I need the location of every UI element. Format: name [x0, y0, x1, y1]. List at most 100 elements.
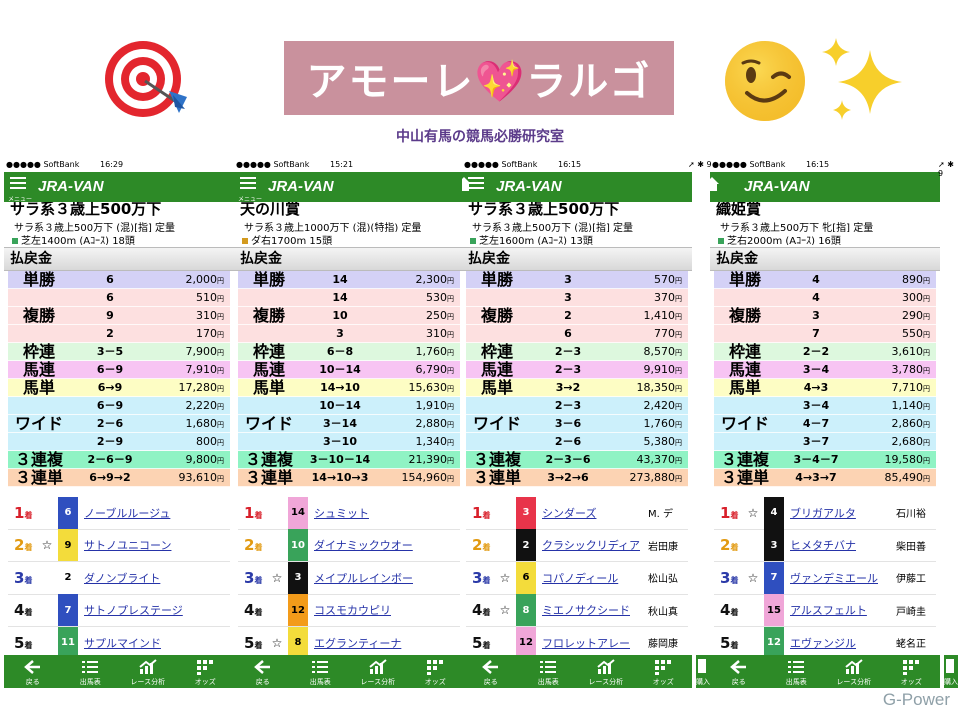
jockey-name: 秋山真	[648, 606, 678, 618]
payout-combo: 14→10→3	[311, 471, 369, 484]
finish-rank: 4着	[14, 601, 33, 620]
result-row[interactable]: 1着 ☆ 4 ブリガアルタ 石川裕	[714, 496, 936, 530]
tab-purchase-partial[interactable]: 購入	[696, 655, 710, 688]
odds-icon	[654, 659, 672, 675]
tab-race-analysis[interactable]: レース分析	[119, 655, 177, 688]
result-row[interactable]: 2着 3 ヒメタチバナ 柴田善	[714, 529, 936, 562]
horse-name-link[interactable]: ブリガアルタ	[784, 505, 896, 521]
horse-name-link[interactable]: メイプルレインボー	[308, 570, 420, 586]
horse-name-link[interactable]: サトノユニコーン	[78, 537, 190, 553]
odds-icon	[426, 659, 444, 675]
tab-entries[interactable]: 出馬表	[292, 655, 350, 688]
tab-entries[interactable]: 出馬表	[520, 655, 578, 688]
home-icon[interactable]	[710, 176, 720, 194]
horse-name-link[interactable]: ミエノサクシード	[536, 602, 648, 618]
horse-name-link[interactable]: ヒメタチバナ	[784, 537, 896, 553]
tab-odds[interactable]: オッズ	[407, 655, 465, 688]
menu-icon[interactable]	[468, 177, 484, 192]
race-result-screen: ●●●●● SoftBank 16:15 JRA-VAN 織姫賞 サラ系３歳上500万下…	[710, 158, 940, 688]
payout-group: ３連単 6→9→2 93,610円	[8, 469, 230, 487]
result-row[interactable]: 4着 7 サトノプレステージ	[8, 594, 230, 627]
tab-entries[interactable]: 出馬表	[62, 655, 120, 688]
horse-name-link[interactable]: エヴァンジル	[784, 635, 896, 651]
race-result-screen: ●●●●● SoftBank 16:29 メニュー JRA-VAN サラ系３歳上500万…	[4, 158, 234, 688]
result-row[interactable]: 4着 ☆ 8 ミエノサクシード 秋山真	[466, 594, 688, 627]
horse-name-link[interactable]: コスモカウピリ	[308, 602, 420, 618]
race-analysis-icon	[139, 659, 157, 675]
tab-back[interactable]: 戻る	[462, 655, 520, 688]
status-icons: ➚ ✱ 9	[688, 160, 712, 169]
payout-amount: 550円	[902, 327, 930, 340]
tab-odds[interactable]: オッズ	[883, 655, 941, 688]
result-row[interactable]: 1着 6 ノーブルルージュ	[8, 496, 230, 530]
payout-combo: 3	[812, 309, 820, 322]
payout-group: 単勝 14 2,300円	[238, 271, 460, 289]
horse-name-link[interactable]: シュミット	[308, 505, 420, 521]
tab-back[interactable]: 戻る	[4, 655, 62, 688]
payout-combo: 2－9	[96, 435, 124, 448]
payout-combo: 4－7	[802, 417, 830, 430]
horse-name-link[interactable]: シンダーズ	[536, 505, 648, 521]
payout-type: 複勝	[480, 306, 513, 325]
horse-name-link[interactable]: アルスフェルト	[784, 602, 896, 618]
horse-name-link[interactable]: ヴァンデミエール	[784, 570, 896, 586]
race-name: サラ系３歳上500万下	[10, 202, 162, 218]
purchase-label: 購入	[696, 678, 710, 686]
result-row[interactable]: 2着 10 ダイナミックウオー	[238, 529, 460, 562]
payout-amount: 1,410円	[643, 309, 683, 322]
payout-amount: 3,780円	[891, 363, 931, 376]
jra-van-logo: JRA-VAN	[744, 178, 810, 195]
payout-type: 単勝	[480, 270, 513, 289]
result-row[interactable]: 3着 ☆ 6 コパノディール 松山弘	[466, 561, 688, 595]
tab-race-analysis[interactable]: レース分析	[825, 655, 883, 688]
horse-name-link[interactable]: フロレットアレー	[536, 635, 648, 651]
race-analysis-icon	[597, 659, 615, 675]
bottom-tab-bar: 戻る 出馬表 レース分析 オッズ	[4, 655, 234, 688]
tab-entries[interactable]: 出馬表	[768, 655, 826, 688]
result-row[interactable]: 4着 15 アルスフェルト 戸崎圭	[714, 594, 936, 627]
tab-label: 戻る	[255, 678, 270, 686]
payout-group: 単勝 3 570円	[466, 271, 688, 289]
horse-name-link[interactable]: エグランティーナ	[308, 635, 420, 651]
menu-icon[interactable]	[240, 177, 256, 192]
payout-amount: 2,220円	[185, 399, 225, 412]
target-icon	[100, 38, 192, 120]
payout-combo: 6－9	[96, 363, 124, 376]
result-row[interactable]: 3着 ☆ 7 ヴァンデミエール 伊藤工	[714, 561, 936, 595]
result-row[interactable]: 2着 2 クラシックリディア 岩田康	[466, 529, 688, 562]
payout-type: ３連単	[14, 468, 63, 487]
tab-race-analysis[interactable]: レース分析	[349, 655, 407, 688]
horse-name-link[interactable]: サプルマインド	[78, 635, 190, 651]
payout-amount: 154,960円	[401, 471, 455, 484]
payout-combo: 4→3	[803, 381, 829, 394]
tab-odds[interactable]: オッズ	[177, 655, 235, 688]
horse-name-link[interactable]: クラシックリディア	[536, 537, 648, 553]
menu-icon[interactable]	[10, 177, 26, 192]
result-row[interactable]: 3着 ☆ 3 メイプルレインボー	[238, 561, 460, 595]
horse-name-link[interactable]: サトノプレステージ	[78, 602, 190, 618]
payout-combo: 3－5	[96, 345, 124, 358]
tab-race-analysis[interactable]: レース分析	[577, 655, 635, 688]
horse-name-link[interactable]: ダイナミックウオー	[308, 537, 420, 553]
result-row[interactable]: 1着 14 シュミット	[238, 496, 460, 530]
result-row[interactable]: 3着 2 ダノンブライト	[8, 561, 230, 595]
horse-name-link[interactable]: ノーブルルージュ	[78, 505, 190, 521]
horse-name-link[interactable]: ダノンブライト	[78, 570, 190, 586]
track-icon	[470, 238, 476, 244]
payout-amount: 93,610円	[178, 471, 225, 484]
race-distance-text: 芝左1600m (Aｺｰｽ) 13頭	[479, 236, 593, 245]
tab-back[interactable]: 戻る	[234, 655, 292, 688]
mark-label: ☆	[747, 570, 759, 585]
result-row[interactable]: 1着 3 シンダーズ M. デ	[466, 496, 688, 530]
tab-purchase-partial[interactable]: 購入	[944, 655, 958, 688]
result-row[interactable]: 2着 ☆ 9 サトノユニコーン	[8, 529, 230, 562]
result-row[interactable]: 4着 12 コスモカウピリ	[238, 594, 460, 627]
payout-type: 枠連	[22, 342, 55, 361]
tab-odds[interactable]: オッズ	[635, 655, 693, 688]
payout-type: ワイド	[14, 414, 63, 433]
payout-amount: 290円	[902, 309, 930, 322]
horse-number-badge: 12	[288, 594, 308, 627]
horse-name-link[interactable]: コパノディール	[536, 570, 648, 586]
payout-group: 複勝 14 530円 10 250円 3 310円	[238, 289, 460, 343]
tab-back[interactable]: 戻る	[710, 655, 768, 688]
